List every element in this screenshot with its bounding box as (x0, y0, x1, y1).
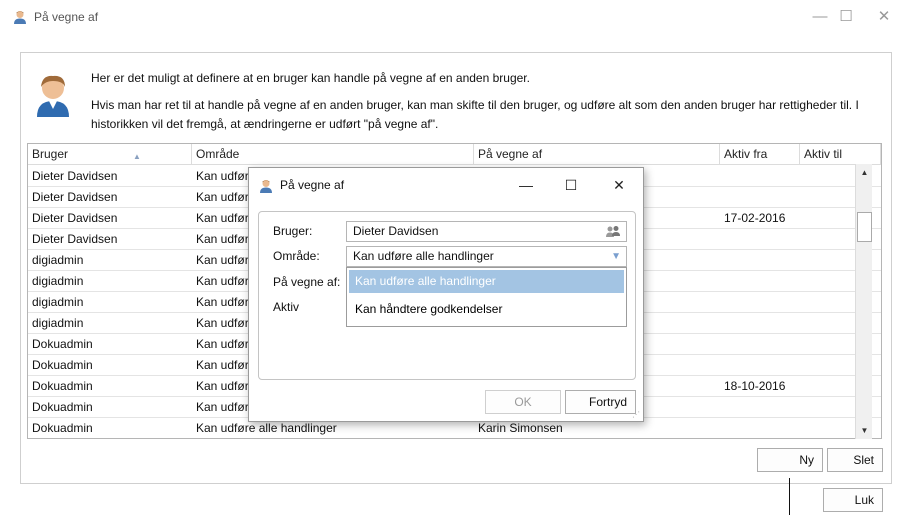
user-field[interactable]: Dieter Davidsen (346, 221, 627, 242)
cell-bruger: Dokuadmin (32, 421, 93, 435)
cell-bruger: Dieter Davidsen (32, 232, 118, 246)
scrollbar-thumb[interactable] (857, 212, 872, 242)
cell-bruger: Dokuadmin (32, 358, 93, 372)
user-icon (14, 11, 26, 24)
cancel-button[interactable]: Fortryd (565, 390, 636, 414)
cell-aktiv-fra (720, 166, 800, 187)
cell-bruger: digiadmin (32, 274, 84, 288)
close-button[interactable]: ✕ (866, 0, 901, 34)
user-field-value: Dieter Davidsen (353, 224, 439, 238)
chevron-down-icon[interactable]: ▼ (611, 247, 621, 266)
cell-bruger: Dieter Davidsen (32, 169, 118, 183)
info-text-line1: Her er det muligt at definere at en brug… (91, 71, 530, 85)
main-window: På vegne af — ☐ ✕ Her er det muligt at d… (0, 0, 901, 515)
dialog-title-bar: På vegne af — ☐ ✕ (249, 168, 643, 202)
close-window-button[interactable]: Luk (823, 488, 883, 512)
dropdown-option[interactable]: Kan udføre alle handlinger (349, 270, 624, 293)
window-title: På vegne af (34, 10, 99, 24)
cell-aktiv-fra (720, 292, 800, 313)
column-header-bruger[interactable]: Bruger ▲ (28, 144, 192, 165)
column-header-omraade[interactable]: Område (192, 144, 474, 165)
column-header-aktiv-til[interactable]: Aktiv til (800, 144, 881, 165)
on-behalf-label: På vegne af: (273, 275, 341, 289)
cell-aktiv-fra (720, 418, 800, 438)
cell-aktiv-fra (720, 187, 800, 208)
column-header-aktiv-fra[interactable]: Aktiv fra (720, 144, 800, 165)
column-header-paa-vegne-af[interactable]: På vegne af (474, 144, 720, 165)
dialog-minimize-button[interactable]: — (506, 168, 546, 202)
new-button[interactable]: Ny (757, 448, 823, 472)
dialog-maximize-button[interactable]: ☐ (551, 168, 591, 202)
area-dropdown-value: Kan udføre alle handlinger (353, 249, 494, 263)
cell-aktiv-fra (720, 355, 800, 376)
user-icon (260, 180, 272, 193)
cell-aktiv-fra (720, 397, 800, 418)
cell-bruger: digiadmin (32, 316, 84, 330)
cell-bruger: Dieter Davidsen (32, 211, 118, 225)
cell-aktiv-fra (720, 334, 800, 355)
cell-bruger: Dokuadmin (32, 379, 93, 393)
cell-bruger: digiadmin (32, 295, 84, 309)
dialog-title: På vegne af (280, 178, 345, 192)
cell-bruger: Dokuadmin (32, 337, 93, 351)
maximize-button[interactable]: ☐ (828, 0, 864, 34)
cell-aktiv-fra: 18-10-2016 (724, 379, 786, 393)
area-dropdown[interactable]: Kan udføre alle handlinger ▼ (346, 246, 627, 267)
delete-button[interactable]: Slet (827, 448, 883, 472)
resize-grip-icon[interactable]: ⋰ (632, 410, 642, 420)
cursor-pointer-line (789, 478, 790, 515)
on-behalf-dialog: På vegne af — ☐ ✕ Bruger: Dieter Davidse… (248, 167, 644, 422)
grid-header: Bruger ▲ Område På vegne af Aktiv fra Akt… (28, 144, 881, 165)
cell-bruger: Dokuadmin (32, 400, 93, 414)
active-label: Aktiv (273, 300, 300, 314)
user-label: Bruger: (273, 224, 313, 238)
sort-ascending-icon: ▲ (133, 152, 141, 161)
dialog-close-button[interactable]: ✕ (599, 168, 639, 202)
cell-aktiv-fra (720, 229, 800, 250)
title-bar: På vegne af — ☐ ✕ (0, 0, 901, 34)
cell-aktiv-fra (720, 250, 800, 271)
scroll-up-arrow-icon[interactable]: ▲ (856, 164, 873, 181)
scroll-down-arrow-icon[interactable]: ▼ (856, 422, 873, 439)
cell-aktiv-fra: 17-02-2016 (724, 211, 786, 225)
cell-bruger: Dieter Davidsen (32, 190, 118, 204)
area-dropdown-list: Kan udføre alle handlinger Kan håndtere … (346, 267, 627, 327)
dropdown-option[interactable]: Kan håndtere godkendelser (349, 298, 624, 321)
cell-bruger: digiadmin (32, 253, 84, 267)
vertical-scrollbar[interactable]: ▲ ▼ (855, 164, 872, 439)
cell-aktiv-fra (720, 271, 800, 292)
ok-button[interactable]: OK (485, 390, 561, 414)
info-text-line3: historikken vil det fremgå, at ændringer… (91, 117, 439, 131)
cell-aktiv-fra (720, 313, 800, 334)
select-user-icon[interactable] (605, 225, 621, 238)
info-text-line2: Hvis man har ret til at handle på vegne … (91, 98, 859, 112)
person-avatar-icon (37, 75, 69, 117)
area-label: Område: (273, 249, 320, 263)
